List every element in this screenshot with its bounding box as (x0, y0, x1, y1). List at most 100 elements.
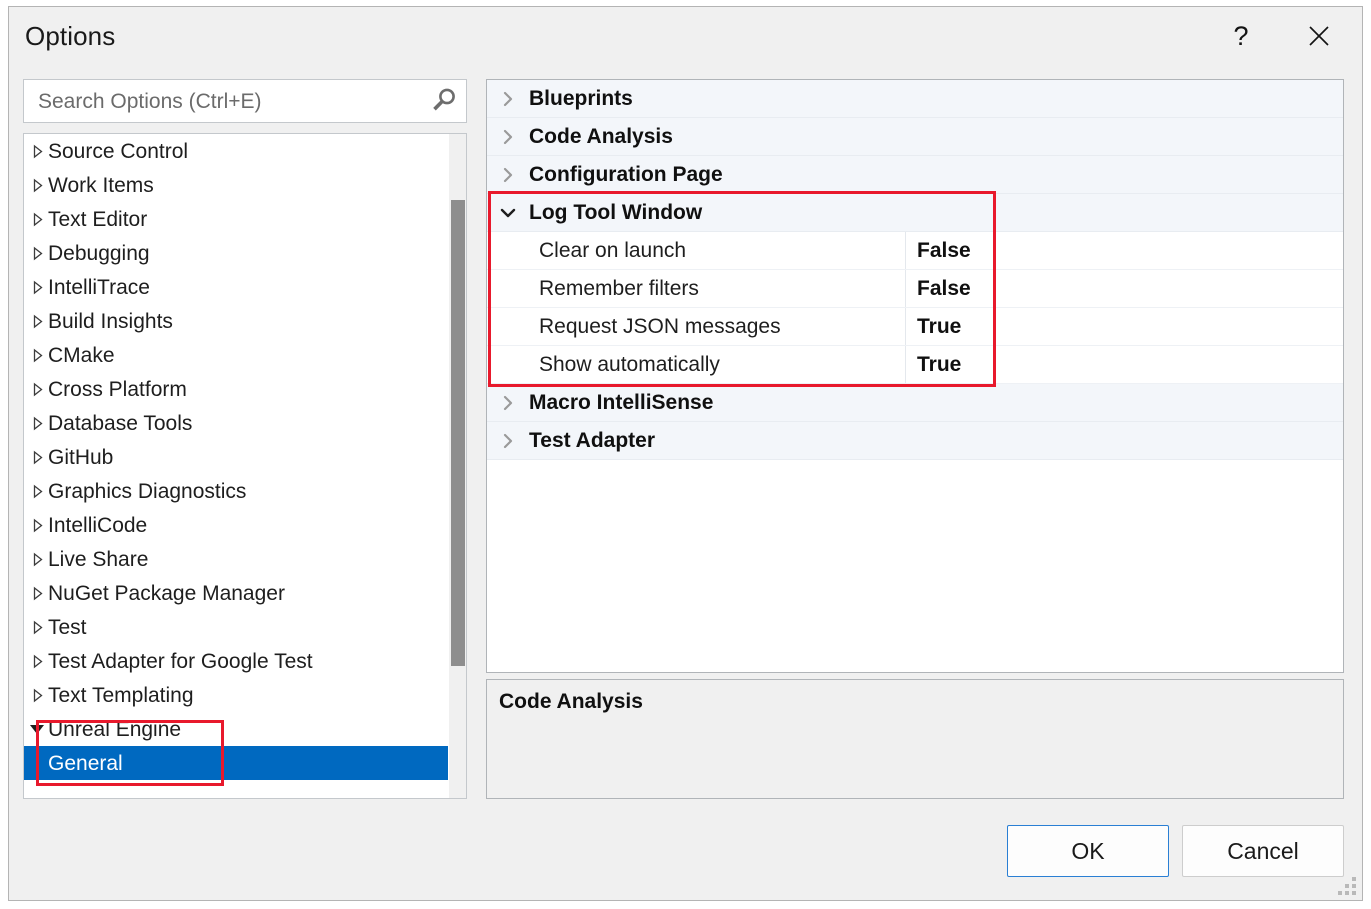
property-category-log-tool-window[interactable]: Log Tool Window (487, 194, 1343, 232)
property-category-label: Macro IntelliSense (529, 391, 714, 414)
tree-scrollbar[interactable] (448, 134, 466, 798)
tree-collapsed-triangle-icon[interactable] (28, 552, 48, 567)
tree-collapsed-triangle-icon[interactable] (28, 280, 48, 295)
options-dialog: Options ? Source Control Work Items Text E… (8, 6, 1363, 901)
search-icon[interactable] (428, 86, 458, 116)
sidebar-item-live-share[interactable]: Live Share (24, 542, 448, 576)
sidebar-item-label: IntelliCode (48, 513, 148, 537)
sidebar-item-cross-platform[interactable]: Cross Platform (24, 372, 448, 406)
property-column-divider[interactable] (905, 232, 906, 269)
description-panel: Code Analysis (486, 679, 1344, 799)
chevron-right-icon[interactable] (487, 89, 529, 109)
tree-expanded-triangle-icon[interactable] (28, 724, 48, 734)
chevron-right-glyph (503, 433, 513, 448)
triangle-right-icon (33, 144, 43, 158)
search-box[interactable] (23, 79, 467, 124)
tree-collapsed-triangle-icon[interactable] (28, 620, 48, 635)
sidebar-item-label: IntelliTrace (48, 275, 150, 299)
tree-collapsed-triangle-icon[interactable] (28, 416, 48, 431)
resize-grip-dot (1352, 877, 1356, 881)
search-input[interactable] (36, 80, 420, 124)
sidebar-item-graphics-diagnostics[interactable]: Graphics Diagnostics (24, 474, 448, 508)
property-row[interactable]: Show automatically True (487, 346, 1343, 384)
chevron-right-glyph (503, 167, 513, 182)
sidebar-item-debugging[interactable]: Debugging (24, 236, 448, 270)
property-column-divider[interactable] (905, 270, 906, 307)
chevron-right-icon[interactable] (487, 431, 529, 451)
property-row[interactable]: Request JSON messages True (487, 308, 1343, 346)
resize-grip[interactable] (1338, 877, 1356, 895)
sidebar-item-test[interactable]: Test (24, 610, 448, 644)
tree-collapsed-triangle-icon[interactable] (28, 144, 48, 159)
sidebar-item-unreal-engine[interactable]: Unreal Engine (24, 712, 448, 746)
property-value[interactable]: False (917, 240, 971, 261)
close-button[interactable] (1296, 13, 1342, 59)
tree-collapsed-triangle-icon[interactable] (28, 586, 48, 601)
ok-button[interactable]: OK (1007, 825, 1169, 877)
tree-collapsed-triangle-icon[interactable] (28, 348, 48, 363)
property-category-code-analysis[interactable]: Code Analysis (487, 118, 1343, 156)
tree-collapsed-triangle-icon[interactable] (28, 212, 48, 227)
property-category-blueprints[interactable]: Blueprints (487, 80, 1343, 118)
property-category-label: Blueprints (529, 87, 633, 110)
sidebar-item-text-templating[interactable]: Text Templating (24, 678, 448, 712)
sidebar-item-test-adapter-for-google-test[interactable]: Test Adapter for Google Test (24, 644, 448, 678)
property-row[interactable]: Remember filters False (487, 270, 1343, 308)
triangle-right-icon (33, 348, 43, 362)
property-value[interactable]: False (917, 278, 971, 299)
property-value[interactable]: True (917, 354, 961, 375)
tree-collapsed-triangle-icon[interactable] (28, 688, 48, 703)
chevron-down-icon[interactable] (487, 203, 529, 223)
help-button[interactable]: ? (1218, 13, 1264, 59)
sidebar-item-general[interactable]: General (24, 746, 448, 780)
sidebar-item-label: Cross Platform (48, 377, 187, 401)
chevron-right-icon[interactable] (487, 393, 529, 413)
sidebar-item-label: Live Share (48, 547, 149, 571)
property-column-divider[interactable] (905, 308, 906, 345)
sidebar-item-intellitrace[interactable]: IntelliTrace (24, 270, 448, 304)
options-tree-panel: Source Control Work Items Text Editor Debug… (23, 133, 467, 799)
tree-collapsed-triangle-icon[interactable] (28, 484, 48, 499)
property-name: Show automatically (539, 353, 720, 376)
tree-collapsed-triangle-icon[interactable] (28, 314, 48, 329)
sidebar-item-label: NuGet Package Manager (48, 581, 285, 605)
triangle-right-icon (33, 246, 43, 260)
sidebar-item-github[interactable]: GitHub (24, 440, 448, 474)
chevron-right-icon[interactable] (487, 127, 529, 147)
resize-grip-dot (1345, 884, 1349, 888)
tree-collapsed-triangle-icon[interactable] (28, 518, 48, 533)
tree-collapsed-triangle-icon[interactable] (28, 450, 48, 465)
sidebar-item-cmake[interactable]: CMake (24, 338, 448, 372)
tree-collapsed-triangle-icon[interactable] (28, 654, 48, 669)
triangle-right-icon (33, 178, 43, 192)
sidebar-item-database-tools[interactable]: Database Tools (24, 406, 448, 440)
tree-collapsed-triangle-icon[interactable] (28, 246, 48, 261)
sidebar-item-work-items[interactable]: Work Items (24, 168, 448, 202)
sidebar-item-nuget-package-manager[interactable]: NuGet Package Manager (24, 576, 448, 610)
page-title: Options (25, 21, 116, 51)
property-category-macro-intellisense[interactable]: Macro IntelliSense (487, 384, 1343, 422)
property-category-test-adapter[interactable]: Test Adapter (487, 422, 1343, 460)
property-column-divider[interactable] (905, 346, 906, 383)
sidebar-item-build-insights[interactable]: Build Insights (24, 304, 448, 338)
sidebar-item-source-control[interactable]: Source Control (24, 134, 448, 168)
property-grid: Blueprints Code Analysis Configuration Pag… (486, 79, 1344, 673)
chevron-down-glyph (500, 208, 516, 217)
property-row[interactable]: Clear on launch False (487, 232, 1343, 270)
question-mark-icon: ? (1233, 20, 1249, 51)
tree-collapsed-triangle-icon[interactable] (28, 382, 48, 397)
sidebar-item-intellicode[interactable]: IntelliCode (24, 508, 448, 542)
sidebar-item-label: Test (48, 615, 87, 639)
property-value[interactable]: True (917, 316, 961, 337)
chevron-right-icon[interactable] (487, 165, 529, 185)
triangle-right-icon (33, 552, 43, 566)
sidebar-item-text-editor[interactable]: Text Editor (24, 202, 448, 236)
tree-collapsed-triangle-icon[interactable] (28, 178, 48, 193)
triangle-right-icon (33, 382, 43, 396)
cancel-button[interactable]: Cancel (1182, 825, 1344, 877)
triangle-right-icon (33, 620, 43, 634)
tree-scrollbar-thumb[interactable] (451, 200, 465, 666)
property-category-configuration-page[interactable]: Configuration Page (487, 156, 1343, 194)
sidebar-item-label: CMake (48, 343, 115, 367)
title-bar: Options ? (9, 7, 1362, 69)
